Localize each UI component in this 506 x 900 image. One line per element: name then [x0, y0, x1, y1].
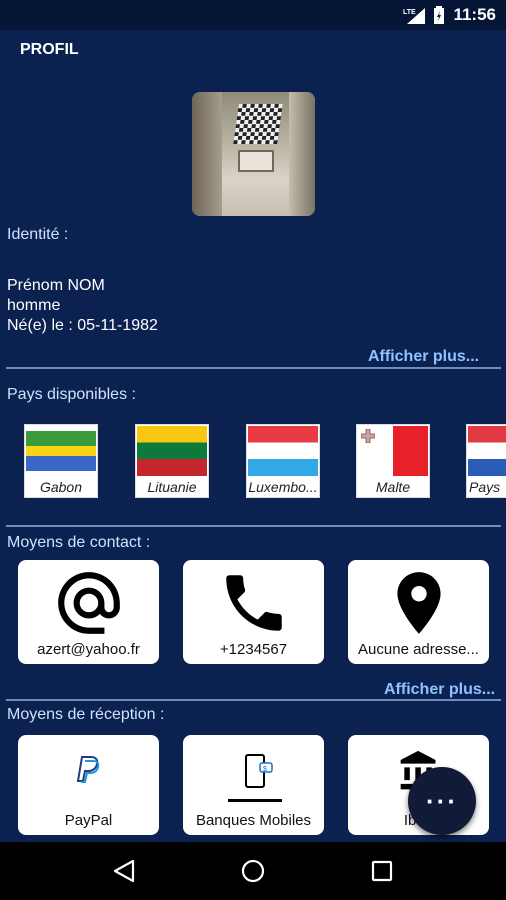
- divider: [6, 525, 501, 527]
- country-tile-luxembourg[interactable]: Luxembo...: [246, 424, 320, 498]
- photo-ceiling: [233, 104, 283, 144]
- country-tile-pays-bas[interactable]: Pays: [466, 424, 506, 498]
- more-options-icon: ···: [426, 785, 458, 816]
- identity-birthdate: Né(e) le : 05-11-1982: [7, 317, 158, 334]
- more-options-button[interactable]: ···: [408, 767, 476, 835]
- lithuania-flag-icon: [137, 426, 207, 476]
- reception-mobile-banks-label: Banques Mobiles: [195, 812, 312, 829]
- identity-info: Prénom NOM homme Né(e) le : 05-11-1982: [7, 276, 158, 336]
- page-title: PROFIL: [20, 41, 79, 58]
- identity-gender: homme: [7, 297, 61, 314]
- country-name: Luxembo...: [248, 479, 318, 495]
- photo-wall-right: [289, 92, 315, 216]
- reception-paypal-label: PayPal: [64, 812, 113, 829]
- app-bar: PROFIL: [0, 30, 506, 70]
- at-icon: [18, 566, 159, 640]
- divider: [6, 699, 501, 701]
- luxembourg-flag-icon: [248, 426, 318, 476]
- contact-phone-label: +1234567: [219, 641, 288, 658]
- reception-label: Moyens de réception :: [7, 706, 165, 723]
- country-name: Malte: [375, 479, 411, 495]
- country-name: Gabon: [39, 479, 83, 495]
- profile-photo[interactable]: [192, 92, 315, 216]
- mobile-bank-icon: $: [183, 753, 324, 803]
- photo-wall-left: [192, 92, 222, 216]
- contact-card-address[interactable]: Aucune adresse...: [348, 560, 489, 664]
- location-pin-icon: [348, 566, 489, 640]
- country-tile-gabon[interactable]: Gabon: [24, 424, 98, 498]
- reception-card-mobile-banks[interactable]: $ Banques Mobiles: [183, 735, 324, 835]
- country-tile-malte[interactable]: Malte: [356, 424, 430, 498]
- netherlands-flag-icon: [468, 426, 506, 476]
- battery-icon: [433, 6, 445, 24]
- country-tile-lituanie[interactable]: Lituanie: [135, 424, 209, 498]
- status-bar: LTE 11:56: [0, 0, 506, 30]
- contact-label: Moyens de contact :: [7, 534, 151, 551]
- svg-text:LTE: LTE: [403, 9, 416, 16]
- back-icon[interactable]: [104, 851, 144, 891]
- photo-window: [238, 150, 274, 172]
- identity-name: Prénom NOM: [7, 277, 105, 294]
- contact-more-link[interactable]: Afficher plus...: [384, 681, 495, 699]
- paypal-icon: [18, 755, 159, 785]
- phone-icon: [183, 566, 324, 640]
- contact-card-email[interactable]: azert@yahoo.fr: [18, 560, 159, 664]
- malta-flag-icon: [358, 426, 428, 476]
- contact-card-phone[interactable]: +1234567: [183, 560, 324, 664]
- reception-card-paypal[interactable]: PayPal: [18, 735, 159, 835]
- identity-label: Identité :: [7, 226, 69, 243]
- contact-email-label: azert@yahoo.fr: [37, 641, 140, 658]
- countries-label: Pays disponibles :: [7, 386, 136, 403]
- recents-icon[interactable]: [362, 851, 402, 891]
- country-name: Pays: [469, 479, 501, 495]
- contact-address-label: Aucune adresse...: [358, 641, 479, 658]
- svg-text:$: $: [263, 766, 267, 773]
- status-time: 11:56: [453, 5, 496, 24]
- identity-more-link[interactable]: Afficher plus...: [368, 348, 479, 366]
- gabon-flag-icon: [26, 426, 96, 476]
- divider: [6, 367, 501, 369]
- lte-signal-icon: LTE: [403, 6, 426, 24]
- navigation-bar: [0, 842, 506, 900]
- home-icon[interactable]: [233, 851, 273, 891]
- country-name: Lituanie: [147, 479, 197, 495]
